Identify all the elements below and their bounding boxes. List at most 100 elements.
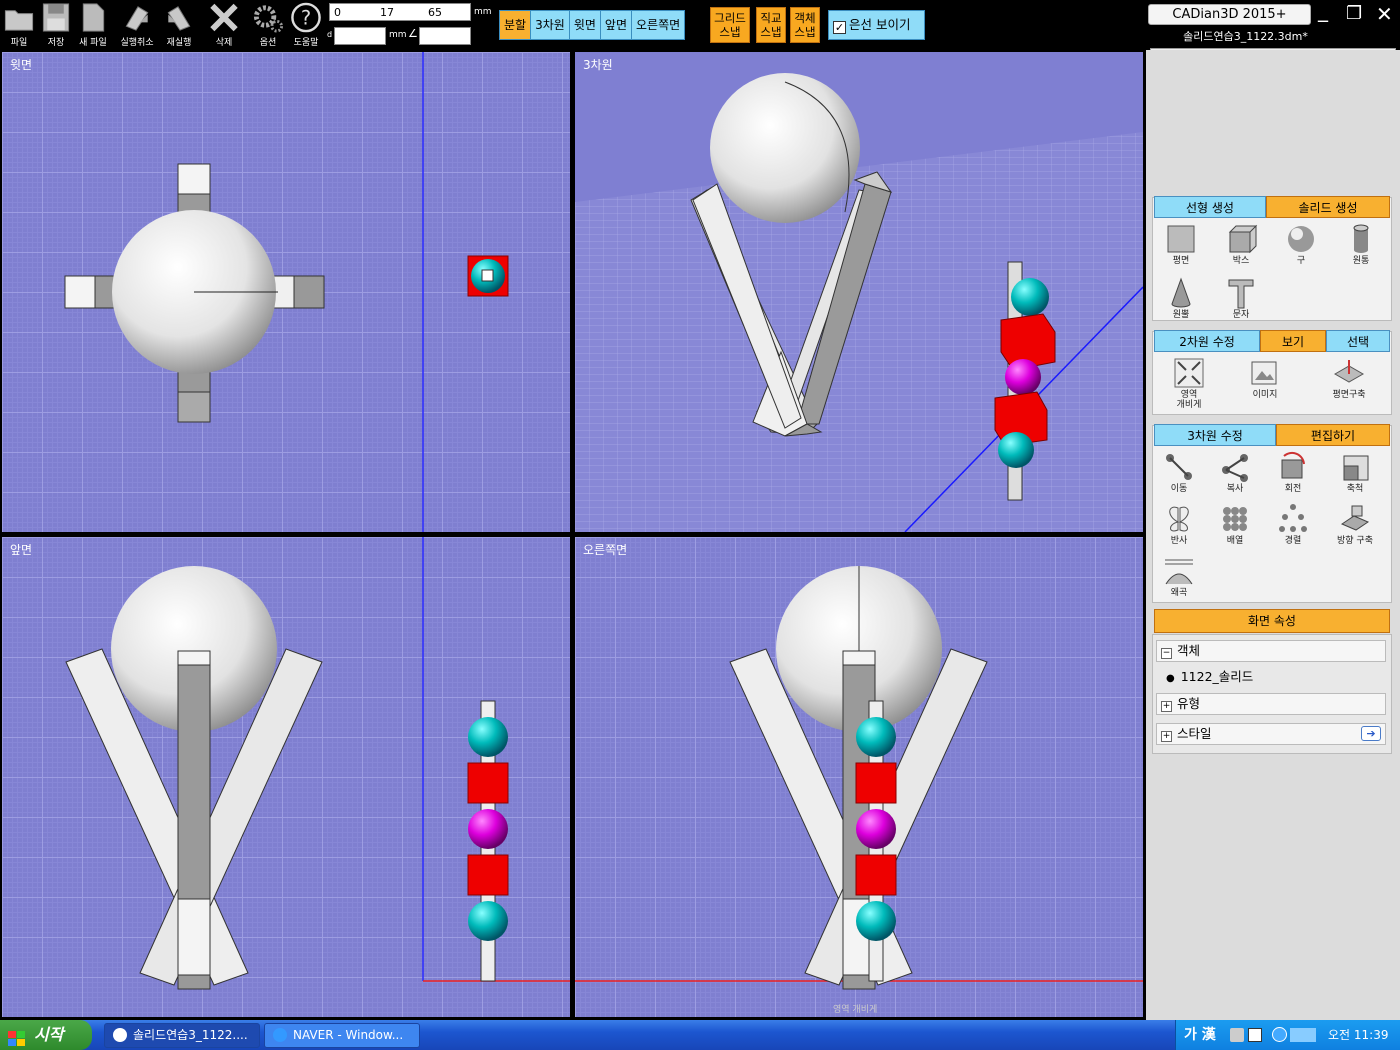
- checkbox-icon[interactable]: ✓: [833, 21, 846, 34]
- copy-icon: [1222, 454, 1248, 482]
- viewport-perspective[interactable]: 3차원: [575, 52, 1143, 532]
- viewport-label-right: 오른쪽면: [583, 543, 628, 557]
- help-icon: ?: [291, 2, 321, 33]
- scale-icon: [1343, 455, 1369, 481]
- viewport-front[interactable]: 앞면: [2, 537, 570, 1017]
- ie-icon: [273, 1028, 287, 1042]
- zoom-extents-hint: 영역 개비게: [833, 1005, 878, 1015]
- new-file-button[interactable]: 새 파일: [74, 0, 112, 48]
- arrow-right-icon[interactable]: ➔: [1361, 726, 1381, 741]
- taskbar: 시작 솔리드연습3_1122.... NAVER - Window... 가 漢…: [0, 1020, 1400, 1050]
- distance-input[interactable]: [334, 27, 386, 45]
- hidden-lines-toggle[interactable]: ✓ 은선 보이기: [828, 10, 925, 40]
- close-button[interactable]: ✕: [1376, 2, 1393, 26]
- eye-icon[interactable]: ●: [1166, 673, 1175, 684]
- tab-view[interactable]: 보기: [1260, 330, 1326, 352]
- cone-button[interactable]: 원뿔: [1158, 276, 1204, 320]
- delete-button[interactable]: 삭제: [205, 0, 243, 48]
- tree-node-style[interactable]: + 스타일 ➔: [1156, 723, 1386, 745]
- tree-node-object[interactable]: − 객체: [1156, 640, 1386, 662]
- task-naver[interactable]: NAVER - Window...: [264, 1023, 420, 1048]
- image-button[interactable]: 이미지: [1242, 356, 1288, 400]
- ime-indicator[interactable]: 가 漢: [1184, 1020, 1216, 1050]
- tab-line-create[interactable]: 선형 생성: [1154, 196, 1266, 218]
- tab-solid-create[interactable]: 솔리드 생성: [1266, 196, 1390, 218]
- new-file-icon: [82, 3, 105, 32]
- tray-app-icon[interactable]: [1230, 1028, 1244, 1042]
- cadian-window: 파일 저장 새 파일 실행취소 재실행 삭제 옵션 ? 도움말 0 17 65 …: [0, 0, 1400, 1050]
- file-name: 솔리드연습3_1122.3dm*: [1183, 30, 1308, 43]
- distort-icon: [1165, 559, 1193, 585]
- coordinate-input[interactable]: 0 17 65: [329, 3, 471, 21]
- network-icon[interactable]: [1290, 1028, 1316, 1042]
- tab-edit2d[interactable]: 2차원 수정: [1154, 330, 1260, 352]
- open-file-button[interactable]: 파일: [0, 0, 38, 48]
- tab-right[interactable]: 오른쪽면: [632, 11, 685, 39]
- cadian-icon: [113, 1028, 127, 1042]
- orient-icon: [1340, 505, 1370, 531]
- ortho-snap-button[interactable]: 직교 스냅: [756, 7, 786, 43]
- box-button[interactable]: 박스: [1218, 222, 1264, 266]
- sphere-icon: [1288, 226, 1314, 252]
- redo-icon: [167, 6, 191, 31]
- plane-icon: [1167, 225, 1195, 253]
- viewport-right[interactable]: 오른쪽면 영역 개비게: [575, 537, 1143, 1017]
- object-snap-button[interactable]: 객체 스냅: [790, 7, 820, 43]
- cylinder-button[interactable]: 원통: [1338, 222, 1384, 266]
- app-title: CADian3D 2015+: [1148, 4, 1311, 25]
- box-icon: [1228, 224, 1258, 254]
- angle-input[interactable]: [419, 27, 471, 45]
- undo-button[interactable]: 실행취소: [118, 0, 156, 48]
- copy-button[interactable]: 복사: [1212, 450, 1258, 494]
- cylinder-icon: [1353, 224, 1369, 253]
- folder-icon: [4, 10, 34, 31]
- distort-button[interactable]: 왜곡: [1156, 554, 1202, 598]
- clock: 오전 11:39: [1328, 1028, 1389, 1042]
- plane-button[interactable]: 평면: [1158, 222, 1204, 266]
- minimize-button[interactable]: _: [1318, 0, 1328, 22]
- task-cadian[interactable]: 솔리드연습3_1122....: [104, 1023, 260, 1048]
- chevron-left-icon[interactable]: [1272, 1027, 1287, 1042]
- text-button[interactable]: 문자: [1218, 276, 1264, 320]
- mirror-icon: [1169, 506, 1189, 532]
- tab-top[interactable]: 윗면: [569, 11, 601, 39]
- array-button[interactable]: 배열: [1212, 502, 1258, 546]
- viewport-label-front: 앞면: [10, 543, 33, 557]
- tab-split[interactable]: 분할: [500, 11, 532, 39]
- move-button[interactable]: 이동: [1156, 450, 1202, 494]
- redo-button[interactable]: 재실행: [160, 0, 198, 48]
- top-view-drawing: [64, 52, 509, 532]
- tab-select[interactable]: 선택: [1326, 330, 1390, 352]
- help-button[interactable]: ? 도움말: [287, 0, 325, 48]
- viewport-top[interactable]: 윗면: [2, 52, 570, 532]
- front-view-drawing: [65, 537, 570, 990]
- cone-icon: [1171, 277, 1191, 308]
- perspective-drawing: [575, 73, 1143, 532]
- gear-icon: [253, 5, 284, 33]
- save-button[interactable]: 저장: [37, 0, 75, 48]
- tab-3d[interactable]: 3차원: [531, 11, 570, 39]
- options-button[interactable]: 옵션: [249, 0, 287, 48]
- sphere-button[interactable]: 구: [1278, 222, 1324, 266]
- orient-button[interactable]: 방향 구축: [1332, 502, 1378, 546]
- start-button[interactable]: 시작: [0, 1020, 92, 1050]
- scale-button[interactable]: 축척: [1332, 450, 1378, 494]
- tab-front[interactable]: 앞면: [600, 11, 632, 39]
- zoom-extents-icon: [1174, 358, 1204, 388]
- help-tray-icon[interactable]: [1248, 1028, 1262, 1042]
- undo-icon: [125, 6, 149, 31]
- tree-item-object-name[interactable]: ● 1122_솔리드: [1156, 667, 1386, 689]
- construction-plane-button[interactable]: 평면구축: [1326, 356, 1372, 400]
- restore-button[interactable]: ❐: [1346, 2, 1362, 26]
- construction-plane-icon: [1333, 360, 1365, 383]
- tree-node-type[interactable]: + 유형: [1156, 693, 1386, 715]
- svg-text:?: ?: [301, 6, 311, 29]
- mirror-button[interactable]: 반사: [1156, 502, 1202, 546]
- tab-edit3d[interactable]: 3차원 수정: [1154, 424, 1276, 446]
- system-tray: 가 漢 오전 11:39: [1175, 1020, 1400, 1050]
- tab-editing[interactable]: 편집하기: [1276, 424, 1390, 446]
- align-button[interactable]: 경렬: [1270, 502, 1316, 546]
- zoom-extents-button[interactable]: 영역 개비게: [1166, 356, 1212, 410]
- grid-snap-button[interactable]: 그리드 스냅: [710, 7, 750, 43]
- rotate-button[interactable]: 회전: [1270, 450, 1316, 494]
